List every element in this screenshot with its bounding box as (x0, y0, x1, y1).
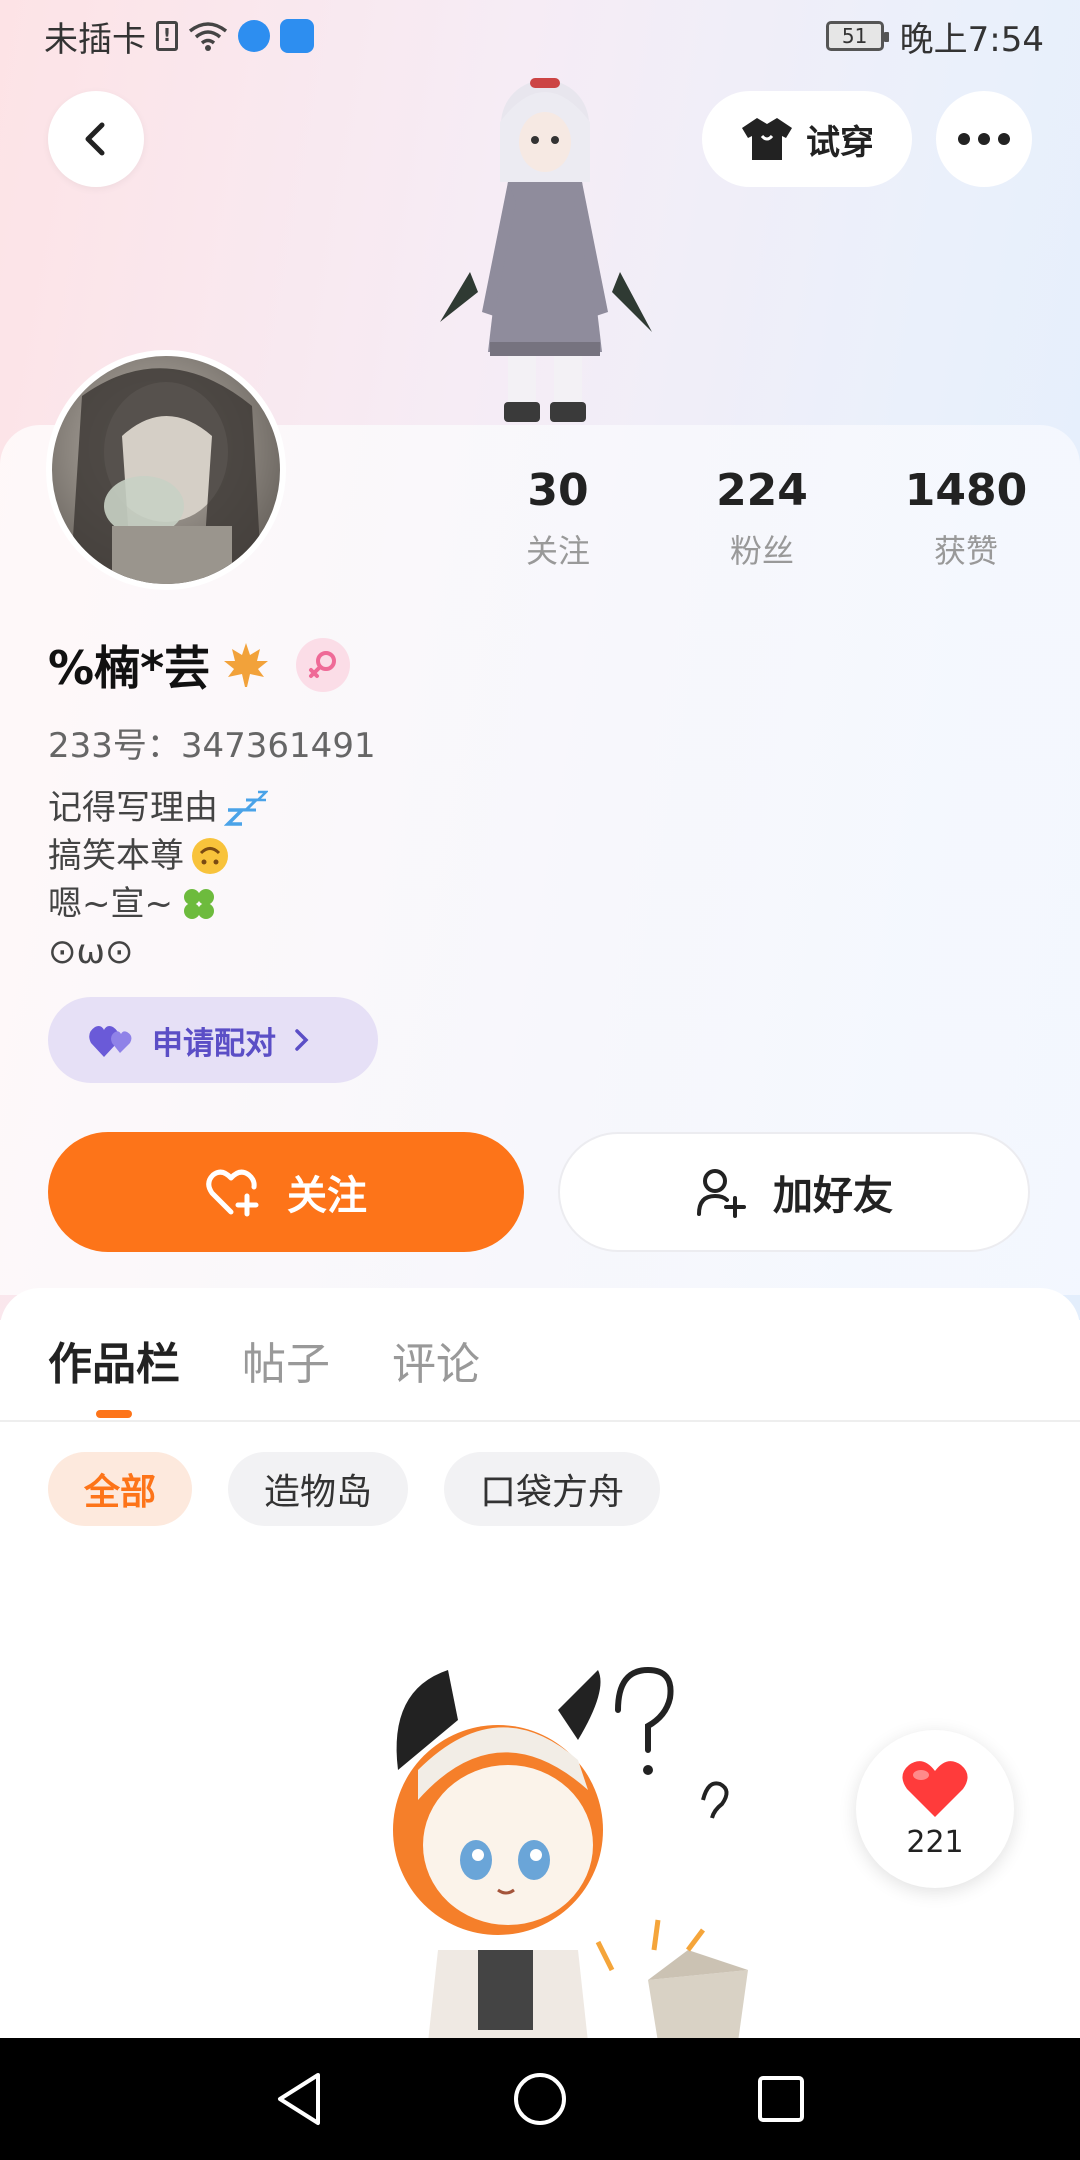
empty-state-illustration (393, 1666, 748, 2042)
status-bar: 未插卡 ! 51 晚上7:54 (0, 0, 1080, 72)
bio: 记得写理由 搞笑本尊 嗯~宣~ ⊙ω⊙ (48, 784, 268, 976)
clover-icon (183, 889, 214, 919)
sim-alert-icon: ! (156, 21, 178, 51)
likes-count: 1480 (904, 465, 1028, 516)
more-button[interactable] (936, 91, 1032, 187)
filter-creation-island[interactable]: 造物岛 (228, 1452, 409, 1526)
stat-following[interactable]: 30 关注 (478, 465, 638, 572)
chevron-right-icon (295, 1029, 309, 1051)
username-row: %楠*芸 (48, 632, 351, 698)
female-gender-icon (296, 638, 351, 692)
bio-text-2: 搞笑本尊 (48, 836, 184, 876)
tab-divider (0, 1420, 1080, 1422)
stat-followers[interactable]: 224 粉丝 (682, 465, 842, 572)
filter-all[interactable]: 全部 (48, 1452, 193, 1526)
nav-home-icon[interactable] (512, 2071, 568, 2127)
following-count: 30 (527, 465, 589, 516)
shirt-icon (742, 118, 792, 160)
status-left: 未插卡 ! (44, 12, 314, 61)
bio-text-1: 记得写理由 (48, 788, 218, 828)
bio-line-2: 搞笑本尊 (48, 832, 268, 880)
follow-label: 关注 (287, 1173, 367, 1219)
status-right: 51 晚上7:54 (825, 12, 1044, 61)
content-section: 作品栏 帖子 评论 全部 造物岛 口袋方舟 (0, 1288, 1080, 2042)
add-user-icon (697, 1169, 746, 1218)
user-id: 233号：347361491 (48, 726, 376, 766)
try-on-button[interactable]: 试穿 (702, 91, 912, 187)
avatar-character-image (440, 78, 652, 422)
sleep-zzz-icon (224, 790, 268, 826)
wifi-icon (188, 22, 228, 51)
bio-text-4: ⊙ω⊙ (48, 932, 134, 972)
qq-app-icon (280, 19, 314, 53)
add-friend-button[interactable]: 加好友 (558, 1132, 1030, 1252)
nav-back-icon[interactable] (274, 2071, 324, 2127)
clock-text: 晚上7:54 (899, 19, 1044, 60)
request-pair-label: 申请配对 (152, 1025, 276, 1062)
filter-chips: 全部 造物岛 口袋方舟 (48, 1452, 661, 1526)
chevron-left-icon (85, 122, 105, 156)
stat-likes[interactable]: 1480 获赞 (886, 465, 1046, 572)
following-label: 关注 (525, 532, 590, 570)
tab-comments[interactable]: 评论 (392, 1328, 480, 1392)
carrier-text: 未插卡 (44, 19, 146, 60)
username: %楠*芸 (48, 641, 211, 695)
back-button[interactable] (48, 91, 144, 187)
more-dots-icon (958, 133, 1010, 145)
double-heart-icon (89, 1026, 132, 1057)
followers-count: 224 (716, 465, 808, 516)
follow-button[interactable]: 关注 (48, 1132, 524, 1252)
bio-text-3: 嗯~宣~ (48, 884, 173, 924)
heart-plus-icon (206, 1169, 259, 1217)
like-count: 221 (906, 1824, 964, 1860)
battery-icon: 51 (825, 21, 889, 51)
nav-recents-icon[interactable] (756, 2074, 806, 2124)
maple-leaf-icon (224, 643, 269, 687)
request-pair-button[interactable]: 申请配对 (48, 997, 378, 1083)
tab-posts[interactable]: 帖子 (242, 1328, 330, 1392)
tab-works[interactable]: 作品栏 (48, 1328, 180, 1392)
content-tabs: 作品栏 帖子 评论 (48, 1328, 480, 1392)
heart-icon (902, 1760, 968, 1817)
browser-app-icon (238, 20, 270, 52)
active-tab-indicator (96, 1410, 132, 1418)
floating-like-button[interactable]: 221 (856, 1730, 1014, 1888)
upside-down-face-icon (192, 838, 228, 874)
bio-line-1: 记得写理由 (48, 784, 268, 832)
followers-label: 粉丝 (729, 532, 794, 570)
avatar[interactable] (46, 350, 286, 590)
avatar-photo (70, 368, 262, 584)
try-on-label: 试穿 (806, 122, 874, 163)
likes-label: 获赞 (933, 532, 998, 570)
bio-line-4: ⊙ω⊙ (48, 928, 268, 976)
add-friend-label: 加好友 (773, 1173, 893, 1219)
filter-pocket-ark[interactable]: 口袋方舟 (444, 1452, 661, 1526)
system-navigation-bar (0, 2038, 1080, 2160)
bio-line-3: 嗯~宣~ (48, 880, 268, 928)
